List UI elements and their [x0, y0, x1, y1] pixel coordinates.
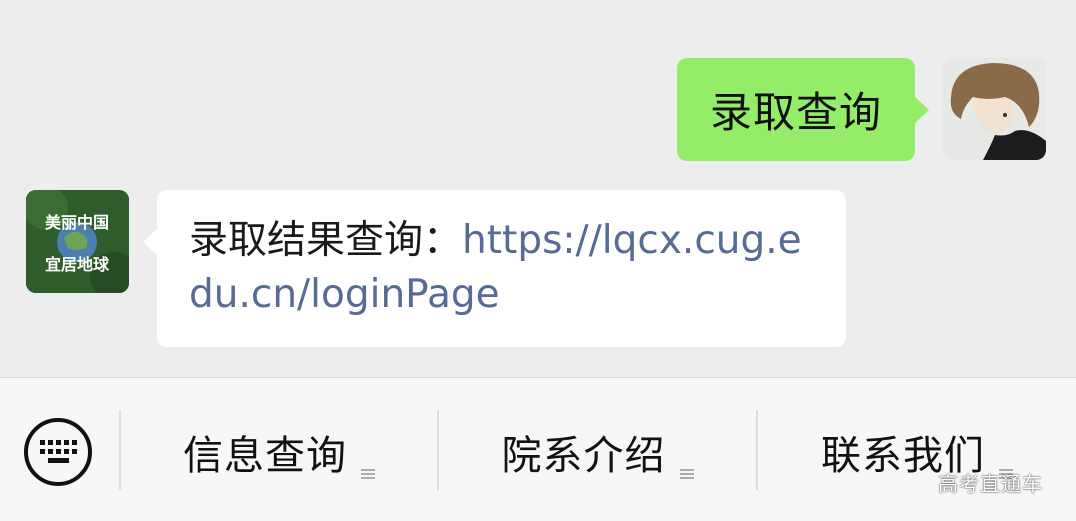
logo-text-bottom: 宜居地球 — [45, 255, 110, 274]
submenu-icon — [999, 445, 1013, 479]
chat-area: 录取查询 美丽中国 宜居地球 录取结果查询：https://lqcx.cug.e… — [0, 0, 1076, 377]
menu-item-department-intro[interactable]: 院系介绍 — [439, 418, 756, 486]
submenu-icon — [361, 445, 375, 479]
account-logo-icon[interactable]: 美丽中国 宜居地球 — [26, 190, 129, 293]
logo-text-top: 美丽中国 — [45, 213, 109, 232]
outgoing-message-text: 录取查询 — [709, 88, 882, 137]
incoming-message-bubble: 录取结果查询：https://lqcx.cug.edu.cn/loginPage — [143, 190, 846, 347]
outgoing-message-bubble[interactable]: 录取查询 — [677, 58, 929, 161]
user-avatar-icon[interactable] — [943, 57, 1046, 160]
custom-menu-bar: 信息查询 院系介绍 联系我们 — [0, 377, 1076, 521]
menu-item-info-query[interactable]: 信息查询 — [121, 418, 437, 486]
incoming-message-prefix: 录取结果查询： — [189, 218, 463, 263]
menu-item-label: 信息查询 — [183, 433, 347, 479]
submenu-icon — [679, 445, 694, 479]
menu-item-label: 院系介绍 — [501, 433, 666, 479]
keyboard-icon[interactable] — [24, 418, 92, 486]
watermark-text: 高考直通车 — [938, 472, 1043, 496]
